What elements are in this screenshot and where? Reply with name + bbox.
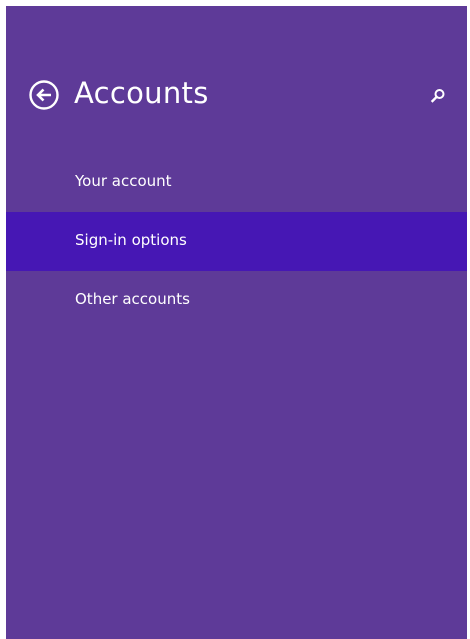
nav-item-your-account[interactable]: Your account [6, 153, 467, 212]
pane-header: Accounts [6, 76, 467, 120]
nav-item-sign-in-options[interactable]: Sign-in options [6, 212, 467, 271]
search-icon [428, 89, 448, 110]
search-button[interactable] [428, 86, 448, 106]
nav-item-label: Other accounts [75, 290, 190, 308]
nav-item-label: Sign-in options [75, 231, 187, 249]
nav-item-label: Your account [75, 172, 172, 190]
back-arrow-circle-icon [28, 79, 60, 111]
settings-pane: Accounts Your account Sign-in options Ot… [6, 6, 467, 639]
page-title: Accounts [74, 76, 209, 110]
accounts-nav-list: Your account Sign-in options Other accou… [6, 153, 467, 330]
back-button[interactable] [28, 79, 60, 111]
nav-item-other-accounts[interactable]: Other accounts [6, 271, 467, 330]
